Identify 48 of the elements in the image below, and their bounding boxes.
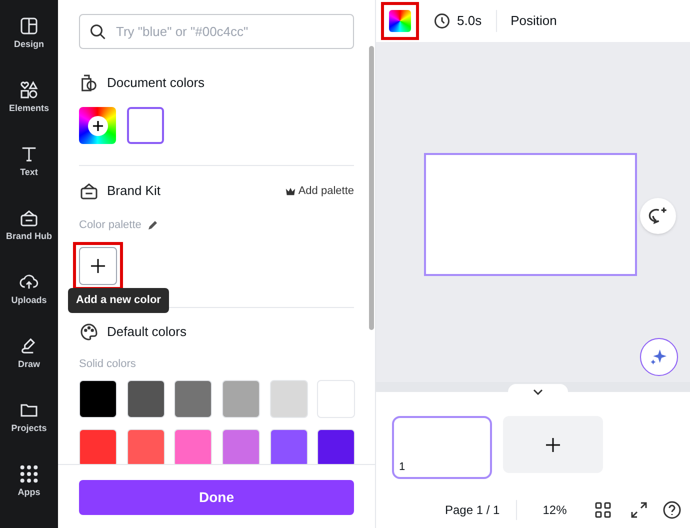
clock-icon bbox=[433, 12, 451, 30]
sidebar-item[interactable]: Uploads bbox=[0, 272, 58, 316]
brand-icon bbox=[19, 208, 39, 228]
position-button[interactable]: Position bbox=[510, 11, 557, 31]
page-indicator[interactable]: Page 1 / 1 bbox=[445, 501, 500, 519]
section-title: Default colors bbox=[107, 322, 186, 341]
sidebar-item[interactable]: Draw bbox=[0, 336, 58, 380]
comment-plus-icon bbox=[648, 206, 668, 226]
section-title: Document colors bbox=[107, 74, 205, 92]
tooltip: Add a new color bbox=[68, 288, 169, 312]
page-thumbnail[interactable]: 1 bbox=[392, 416, 492, 479]
plus-icon bbox=[546, 438, 560, 452]
sparkle-icon bbox=[649, 347, 669, 367]
search-icon bbox=[89, 23, 107, 41]
plus-icon bbox=[91, 258, 105, 272]
sidebar-item[interactable]: Projects bbox=[0, 400, 58, 444]
palette-label: Color palette bbox=[79, 218, 142, 233]
grid-view-icon[interactable] bbox=[594, 502, 611, 518]
sidebar-item[interactable]: Elements bbox=[0, 80, 58, 124]
color-swatch[interactable] bbox=[127, 107, 164, 144]
crown-icon bbox=[285, 186, 296, 196]
add-color-button[interactable] bbox=[79, 246, 117, 284]
duration-button[interactable]: 5.0s bbox=[433, 11, 482, 31]
search-field[interactable]: Try "blue" or "#00c4cc" bbox=[79, 14, 354, 49]
add-color-button[interactable] bbox=[79, 107, 116, 144]
palette-document-icon bbox=[79, 73, 99, 93]
plus-icon bbox=[88, 116, 108, 136]
sidebar-item[interactable]: Text bbox=[0, 144, 58, 188]
sidebar-item[interactable]: Design bbox=[0, 16, 58, 60]
text-color-button[interactable] bbox=[389, 10, 411, 32]
section-title: Brand Kit bbox=[107, 182, 160, 200]
brand-kit-icon bbox=[79, 181, 99, 201]
magic-button[interactable] bbox=[640, 338, 678, 376]
shapes-icon bbox=[19, 80, 39, 100]
pencil-icon bbox=[147, 219, 160, 232]
help-icon[interactable] bbox=[662, 501, 681, 519]
add-comment-button[interactable] bbox=[640, 198, 676, 234]
apps-grid-icon bbox=[19, 464, 39, 484]
fullscreen-icon[interactable] bbox=[630, 502, 647, 518]
sidebar-item[interactable]: Apps bbox=[0, 464, 58, 508]
zoom-level[interactable]: 12% bbox=[542, 501, 567, 519]
chevron-down-icon bbox=[533, 389, 543, 395]
add-palette-link[interactable]: Add palette bbox=[285, 182, 354, 200]
done-button[interactable]: Done bbox=[79, 480, 354, 515]
sidebar-item[interactable]: Brand Hub bbox=[0, 208, 58, 252]
layout-icon bbox=[19, 16, 39, 36]
palette-icon bbox=[79, 322, 99, 342]
subsection-label: Solid colors bbox=[79, 356, 137, 372]
